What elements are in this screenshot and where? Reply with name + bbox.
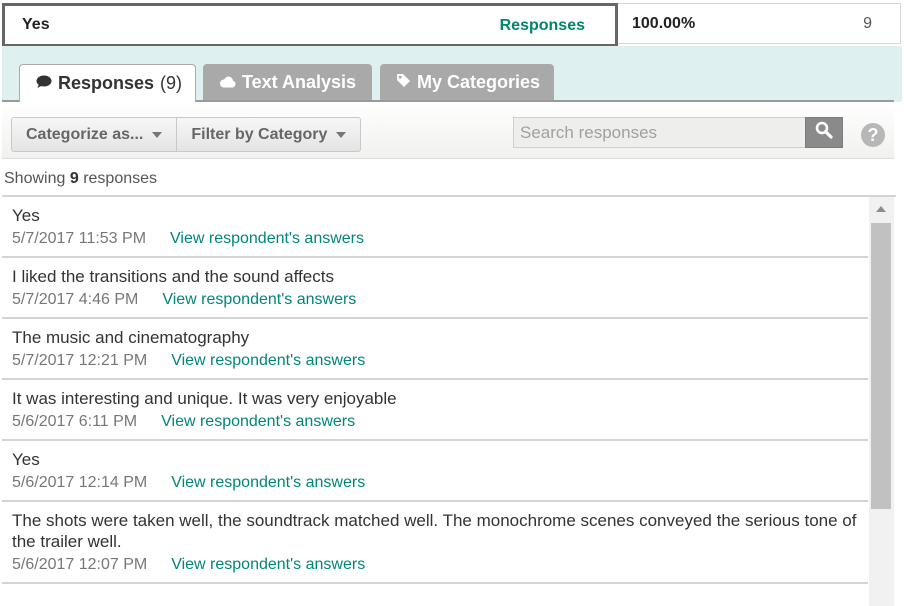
showing-number: 9 bbox=[69, 170, 79, 187]
list-scrollbar[interactable] bbox=[869, 197, 894, 606]
response-date: 5/7/2017 4:46 PM bbox=[12, 291, 139, 308]
search-icon bbox=[815, 121, 833, 144]
response-percent: 100.00% bbox=[632, 15, 696, 32]
response-item: The music and cinematography 5/7/2017 12… bbox=[2, 319, 868, 380]
response-text: I liked the transitions and the sound af… bbox=[12, 267, 334, 286]
tab-responses-count: (9) bbox=[160, 73, 183, 93]
tab-text-analysis-label: Text Analysis bbox=[242, 71, 357, 92]
search-button[interactable] bbox=[805, 117, 843, 148]
tab-responses[interactable]: Responses (9) bbox=[19, 64, 196, 102]
showing-prefix: Showing bbox=[4, 170, 66, 187]
tab-my-categories[interactable]: My Categories bbox=[380, 64, 554, 100]
speech-bubble-icon bbox=[36, 73, 52, 94]
percent-cell: 100.00% 9 bbox=[618, 3, 901, 44]
showing-suffix: responses bbox=[83, 170, 158, 187]
toolbar-button-group: Categorize as... Filter by Category bbox=[11, 117, 362, 152]
view-respondent-answers-link[interactable]: View respondent's answers bbox=[171, 474, 365, 491]
response-item: The shots were taken well, the soundtrac… bbox=[2, 502, 868, 584]
categorize-as-dropdown[interactable]: Categorize as... bbox=[12, 118, 176, 151]
tag-icon bbox=[396, 72, 411, 93]
scroll-up-arrow-icon[interactable] bbox=[876, 206, 886, 212]
view-respondent-answers-link[interactable]: View respondent's answers bbox=[162, 291, 356, 308]
response-item: Yes 5/7/2017 11:53 PM View respondent's a… bbox=[2, 197, 868, 258]
tab-my-categories-label: My Categories bbox=[417, 71, 541, 92]
answer-choice-label: Yes bbox=[22, 16, 50, 33]
response-item: I liked the transitions and the sound af… bbox=[2, 258, 868, 319]
view-respondent-answers-link[interactable]: View respondent's answers bbox=[171, 556, 365, 573]
chevron-down-icon bbox=[152, 131, 163, 138]
cloud-icon bbox=[219, 72, 236, 93]
response-text: Yes bbox=[12, 450, 40, 469]
response-date: 5/6/2017 12:14 PM bbox=[12, 474, 148, 491]
tab-text-analysis[interactable]: Text Analysis bbox=[203, 64, 372, 100]
filter-by-category-dropdown[interactable]: Filter by Category bbox=[176, 118, 360, 151]
response-date: 5/7/2017 11:53 PM bbox=[12, 230, 147, 247]
response-text: The shots were taken well, the soundtrac… bbox=[12, 511, 857, 551]
response-text: Yes bbox=[12, 206, 40, 225]
response-date: 5/6/2017 12:07 PM bbox=[12, 556, 148, 573]
view-respondent-answers-link[interactable]: View respondent's answers bbox=[170, 230, 364, 247]
response-item: Yes 5/6/2017 12:14 PM View respondent's a… bbox=[2, 441, 868, 502]
categorize-as-label: Categorize as... bbox=[26, 125, 144, 143]
tab-responses-label: Responses bbox=[58, 73, 155, 93]
response-text: It was interesting and unique. It was ve… bbox=[12, 389, 397, 408]
responses-list: Yes 5/7/2017 11:53 PM View respondent's a… bbox=[2, 197, 868, 606]
responses-link[interactable]: Responses bbox=[500, 17, 585, 35]
view-respondent-answers-link[interactable]: View respondent's answers bbox=[171, 352, 365, 369]
answer-summary-row: Yes Responses 100.00% 9 bbox=[0, 0, 904, 47]
scrollbar-thumb[interactable] bbox=[871, 223, 891, 509]
chevron-down-icon bbox=[336, 131, 347, 138]
filter-by-category-label: Filter by Category bbox=[191, 125, 328, 143]
responses-toolbar: Categorize as... Filter by Category ? bbox=[2, 102, 894, 159]
view-respondent-answers-link[interactable]: View respondent's answers bbox=[161, 413, 355, 430]
response-text: The music and cinematography bbox=[12, 328, 250, 347]
response-date: 5/7/2017 12:21 PM bbox=[12, 352, 148, 369]
search-input[interactable] bbox=[513, 117, 805, 148]
response-date: 5/6/2017 6:11 PM bbox=[12, 413, 138, 430]
help-button[interactable]: ? bbox=[861, 123, 885, 147]
response-count: 9 bbox=[863, 15, 872, 32]
showing-count: Showing 9 responses bbox=[4, 170, 157, 188]
response-item: It was interesting and unique. It was ve… bbox=[2, 380, 868, 441]
tab-bar: Responses (9) Text Analysis My Categorie… bbox=[2, 46, 902, 102]
answer-choice-cell[interactable]: Yes Responses bbox=[2, 3, 618, 47]
